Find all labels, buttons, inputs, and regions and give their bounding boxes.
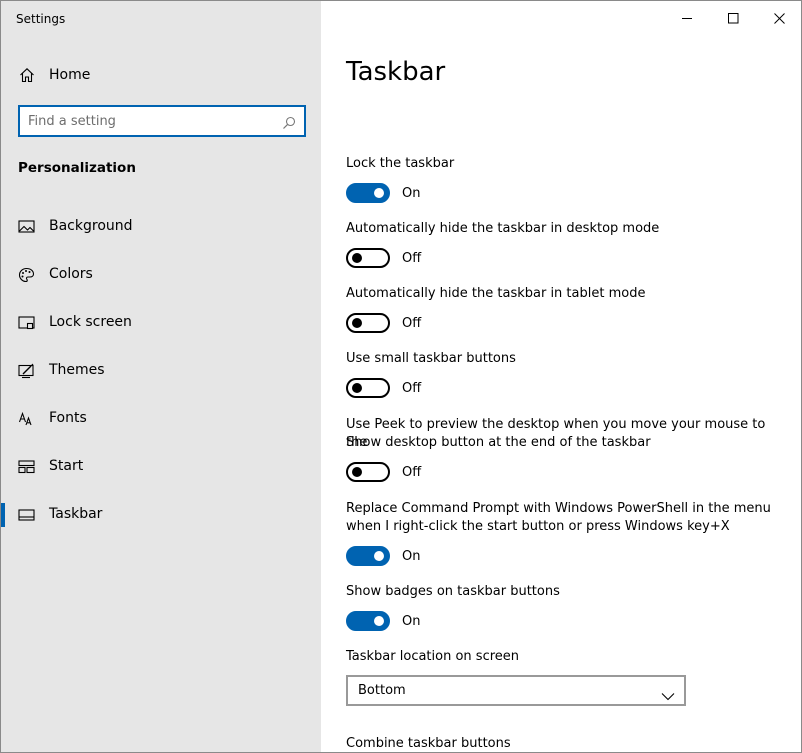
sidebar-item-fonts[interactable]: Fonts (1, 399, 321, 439)
search-box[interactable] (18, 105, 306, 137)
toggle-knob (352, 253, 362, 263)
search-icon[interactable] (282, 115, 296, 129)
setting-label-small-buttons: Use small taskbar buttons (346, 351, 516, 366)
sidebar-item-label: Taskbar (49, 506, 103, 522)
picture-icon (18, 219, 35, 235)
lock-screen-icon (18, 315, 35, 331)
minimize-icon (682, 18, 692, 19)
close-button[interactable] (756, 1, 801, 35)
location-dropdown[interactable]: Bottom (346, 675, 686, 706)
setting-label-autohide-tablet: Automatically hide the taskbar in tablet… (346, 286, 646, 301)
start-icon (18, 459, 35, 475)
palette-icon (18, 267, 35, 283)
close-icon (774, 13, 785, 24)
app-title: Settings (16, 12, 66, 26)
sidebar: Settings Home Personalization (1, 1, 321, 752)
location-value: Bottom (358, 683, 406, 698)
toggle-powershell[interactable] (346, 546, 390, 566)
toggle-small-buttons[interactable] (346, 378, 390, 398)
sidebar-item-label: Colors (49, 266, 93, 282)
active-indicator (1, 503, 5, 527)
sidebar-item-themes[interactable]: Themes (1, 351, 321, 391)
toggle-state: Off (402, 316, 422, 331)
minimize-button[interactable] (664, 1, 710, 35)
chevron-down-icon (661, 686, 675, 701)
setting-label-autohide-desktop: Automatically hide the taskbar in deskto… (346, 221, 660, 236)
toggle-state: On (402, 549, 421, 564)
maximize-button[interactable] (710, 1, 756, 35)
home-icon (19, 67, 35, 83)
setting-label-peek-line2: Show desktop button at the end of the ta… (346, 435, 651, 450)
toggle-autohide-desktop[interactable] (346, 248, 390, 268)
sidebar-item-label: Background (49, 218, 133, 234)
toggle-state: Off (402, 381, 422, 396)
sidebar-item-label: Fonts (49, 410, 87, 426)
sidebar-item-label: Start (49, 458, 84, 474)
home-label: Home (49, 67, 91, 83)
toggle-peek[interactable] (346, 462, 390, 482)
combine-label: Combine taskbar buttons (346, 736, 511, 751)
location-label: Taskbar location on screen (346, 649, 520, 664)
toggle-lock-taskbar[interactable] (346, 183, 390, 203)
toggle-knob (374, 616, 384, 626)
maximize-icon (728, 13, 739, 24)
themes-icon (18, 363, 35, 379)
setting-label-powershell-line1: Replace Command Prompt with Windows Powe… (346, 501, 771, 516)
toggle-knob (374, 188, 384, 198)
setting-label-badges: Show badges on taskbar buttons (346, 584, 560, 599)
sidebar-item-lock-screen[interactable]: Lock screen (1, 303, 321, 343)
sidebar-item-taskbar[interactable]: Taskbar (1, 495, 321, 535)
sidebar-item-home[interactable]: Home (1, 57, 321, 93)
sidebar-item-label: Lock screen (49, 314, 132, 330)
setting-label-lock-taskbar: Lock the taskbar (346, 156, 455, 171)
toggle-state: Off (402, 251, 422, 266)
settings-window: Settings Home Personalization (0, 0, 802, 753)
toggle-badges[interactable] (346, 611, 390, 631)
toggle-autohide-tablet[interactable] (346, 313, 390, 333)
toggle-state: On (402, 186, 421, 201)
sidebar-item-label: Themes (49, 362, 105, 378)
taskbar-icon (18, 507, 35, 523)
toggle-state: Off (402, 465, 422, 480)
sidebar-item-background[interactable]: Background (1, 207, 321, 247)
section-title: Personalization (18, 160, 136, 176)
search-input[interactable] (28, 112, 268, 130)
toggle-knob (352, 383, 362, 393)
sidebar-item-start[interactable]: Start (1, 447, 321, 487)
toggle-knob (374, 551, 384, 561)
sidebar-item-colors[interactable]: Colors (1, 255, 321, 295)
toggle-knob (352, 318, 362, 328)
toggle-knob (352, 467, 362, 477)
page-title: Taskbar (346, 57, 446, 87)
toggle-state: On (402, 614, 421, 629)
fonts-icon (18, 411, 35, 427)
setting-label-powershell-line2: when I right-click the start button or p… (346, 519, 730, 534)
